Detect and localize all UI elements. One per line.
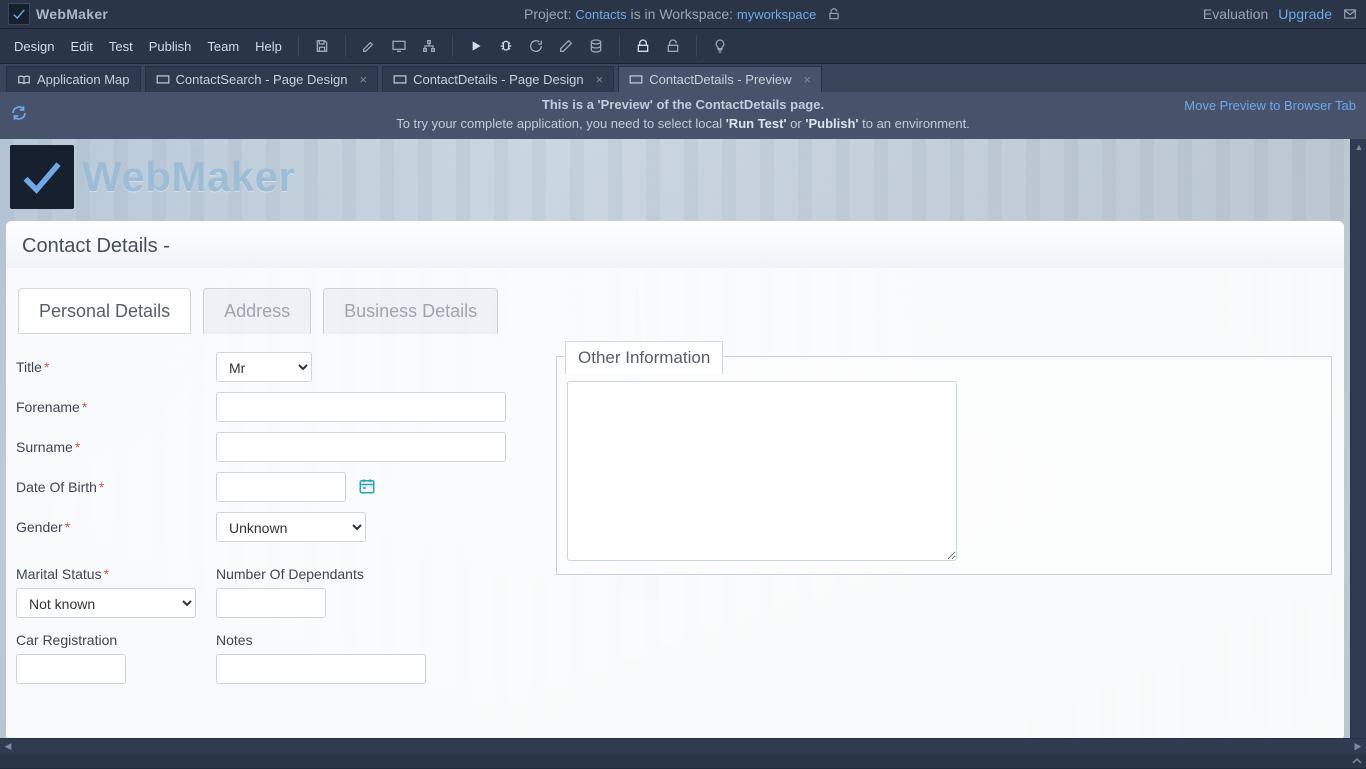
project-link[interactable]: Contacts [575,7,626,22]
close-icon[interactable]: × [596,72,604,87]
tab-address[interactable]: Address [203,288,311,334]
preview-banner: This is a 'Preview' of the ContactDetail… [0,92,1366,139]
mail-icon[interactable] [1342,6,1358,22]
title-bar: WebMaker Project: Contacts is in Workspa… [0,0,1366,28]
evaluation-label: Evaluation [1203,6,1268,22]
screen-icon[interactable] [386,33,412,59]
other-information-fieldset: Other Information [556,356,1332,575]
other-information-legend: Other Information [565,341,723,374]
bug-icon[interactable] [493,33,519,59]
brand-logo-icon [10,145,74,209]
scroll-left-icon[interactable]: ◀ [0,739,16,755]
dob-input[interactable] [216,472,346,502]
separator [452,35,453,57]
gender-label: Gender* [16,519,216,535]
tab-business-details[interactable]: Business Details [323,288,498,334]
vertical-scrollbar[interactable]: ▲ ▼ [1350,139,1366,751]
menu-publish[interactable]: Publish [143,35,198,58]
status-bar [0,754,1366,768]
lightbulb-icon[interactable] [707,33,733,59]
title-label: Title* [16,359,216,375]
forename-input[interactable] [216,392,506,422]
tab-contactdetails-preview[interactable]: ContactDetails - Preview × [618,66,822,92]
inner-tab-strip: Personal Details Address Business Detail… [12,278,1338,334]
notes-input[interactable] [216,654,426,684]
app-name: WebMaker [36,6,108,22]
dependants-input[interactable] [216,588,326,618]
refresh-preview-icon[interactable] [10,104,28,125]
menu-design[interactable]: Design [8,35,60,58]
sitemap-icon[interactable] [416,33,442,59]
contact-details-panel: Contact Details - Personal Details Addre… [6,221,1344,741]
surname-input[interactable] [216,432,506,462]
tab-label: Application Map [37,72,130,87]
screen-icon [156,74,170,86]
title-select[interactable]: Mr [216,352,312,382]
separator [298,35,299,57]
gender-select[interactable]: Unknown [216,512,366,542]
move-preview-link[interactable]: Move Preview to Browser Tab [1184,98,1356,113]
database-icon[interactable] [583,33,609,59]
scroll-up-icon[interactable]: ▲ [1351,139,1366,155]
close-icon[interactable]: × [359,72,367,87]
screen-icon [393,74,407,86]
separator [619,35,620,57]
refresh-icon[interactable] [523,33,549,59]
marital-status-label: Marital Status* [16,566,216,582]
tab-label: ContactDetails - Preview [649,72,791,87]
edit-icon[interactable] [356,33,382,59]
tab-contactdetails-design[interactable]: ContactDetails - Page Design × [382,66,614,92]
play-icon[interactable] [463,33,489,59]
tab-application-map[interactable]: Application Map [6,66,141,92]
horizontal-scrollbar[interactable]: ◀ ▶ [0,738,1366,754]
separator [696,35,697,57]
upgrade-link[interactable]: Upgrade [1278,6,1332,22]
unlock-icon [826,7,842,22]
lock-icon[interactable] [630,33,656,59]
screen-icon [629,74,643,86]
editor-tab-strip: Application Map ContactSearch - Page Des… [0,64,1366,92]
menu-test[interactable]: Test [103,35,139,58]
preview-frame: WebMaker Contact Details - Personal Deta… [0,139,1350,751]
tab-contactsearch-design[interactable]: ContactSearch - Page Design × [145,66,379,92]
surname-label: Surname* [16,439,216,455]
app-logo-icon [8,3,30,25]
forename-label: Forename* [16,399,216,415]
workspace-link[interactable]: myworkspace [737,7,816,22]
brand-title: WebMaker [82,153,295,201]
separator [345,35,346,57]
book-icon [17,74,31,86]
menu-help[interactable]: Help [249,35,288,58]
notes-label: Notes [216,632,416,648]
tab-personal-details[interactable]: Personal Details [18,288,191,334]
other-information-textarea[interactable] [567,381,957,561]
car-registration-input[interactable] [16,654,126,684]
menu-bar: Design Edit Test Publish Team Help [0,28,1366,64]
tab-label: ContactDetails - Page Design [413,72,584,87]
menu-team[interactable]: Team [201,35,245,58]
eraser-icon[interactable] [553,33,579,59]
preview-header: WebMaker [0,139,1350,213]
scroll-track[interactable] [1351,155,1366,735]
project-context: Project: Contacts is in Workspace: mywor… [0,6,1366,22]
panel-title: Contact Details - [6,221,1344,268]
scroll-right-icon[interactable]: ▶ [1350,739,1366,755]
dob-label: Date Of Birth* [16,479,216,495]
calendar-icon[interactable] [358,480,376,495]
unlock-icon[interactable] [660,33,686,59]
chevron-up-icon[interactable] [1352,754,1362,769]
marital-status-select[interactable]: Not known [16,588,196,618]
menu-edit[interactable]: Edit [64,35,98,58]
car-registration-label: Car Registration [16,632,216,648]
dependants-label: Number Of Dependants [216,566,416,582]
close-icon[interactable]: × [804,72,812,87]
tab-label: ContactSearch - Page Design [176,72,348,87]
save-icon[interactable] [309,33,335,59]
